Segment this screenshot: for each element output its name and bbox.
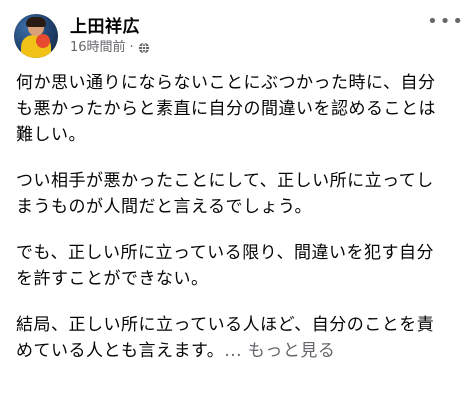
author-name[interactable]: 上田祥広 [70,16,150,38]
subline-separator: · [129,40,134,55]
post-paragraph: つい相手が悪かったことにして、正しい所に立ってし まうものが人間だと言えるでしょ… [16,171,434,217]
more-options-icon[interactable]: ••• [427,11,463,32]
post-paragraph: でも、正しい所に立っている限り、間違いを犯す自分 を許すことができない。 [16,243,434,289]
post-content: 何か思い通りにならないことにぶつかった時に、自分 も悪かったからと素直に自分の間… [16,70,458,364]
avatar-toy [36,34,50,48]
post-meta: 上田祥広 16時間前 · [70,16,150,56]
avatar[interactable] [14,14,58,58]
globe-icon[interactable] [138,42,150,54]
post-header: 上田祥広 16時間前 · ••• [14,10,463,62]
avatar-hair [26,17,46,27]
facebook-post: 上田祥広 16時間前 · ••• 何か思い通りにならないことにぶつかった時に、自… [0,0,474,401]
see-more-link[interactable]: ... もっと見る [224,341,335,361]
post-paragraph: 何か思い通りにならないことにぶつかった時に、自分 も悪かったからと素直に自分の間… [16,73,436,145]
post-subline: 16時間前 · [70,40,150,56]
post-time[interactable]: 16時間前 [70,40,126,56]
post-paragraph: 結局、正しい所に立っている人ほど、自分のことを責 めている人とも言えます。...… [16,312,458,364]
